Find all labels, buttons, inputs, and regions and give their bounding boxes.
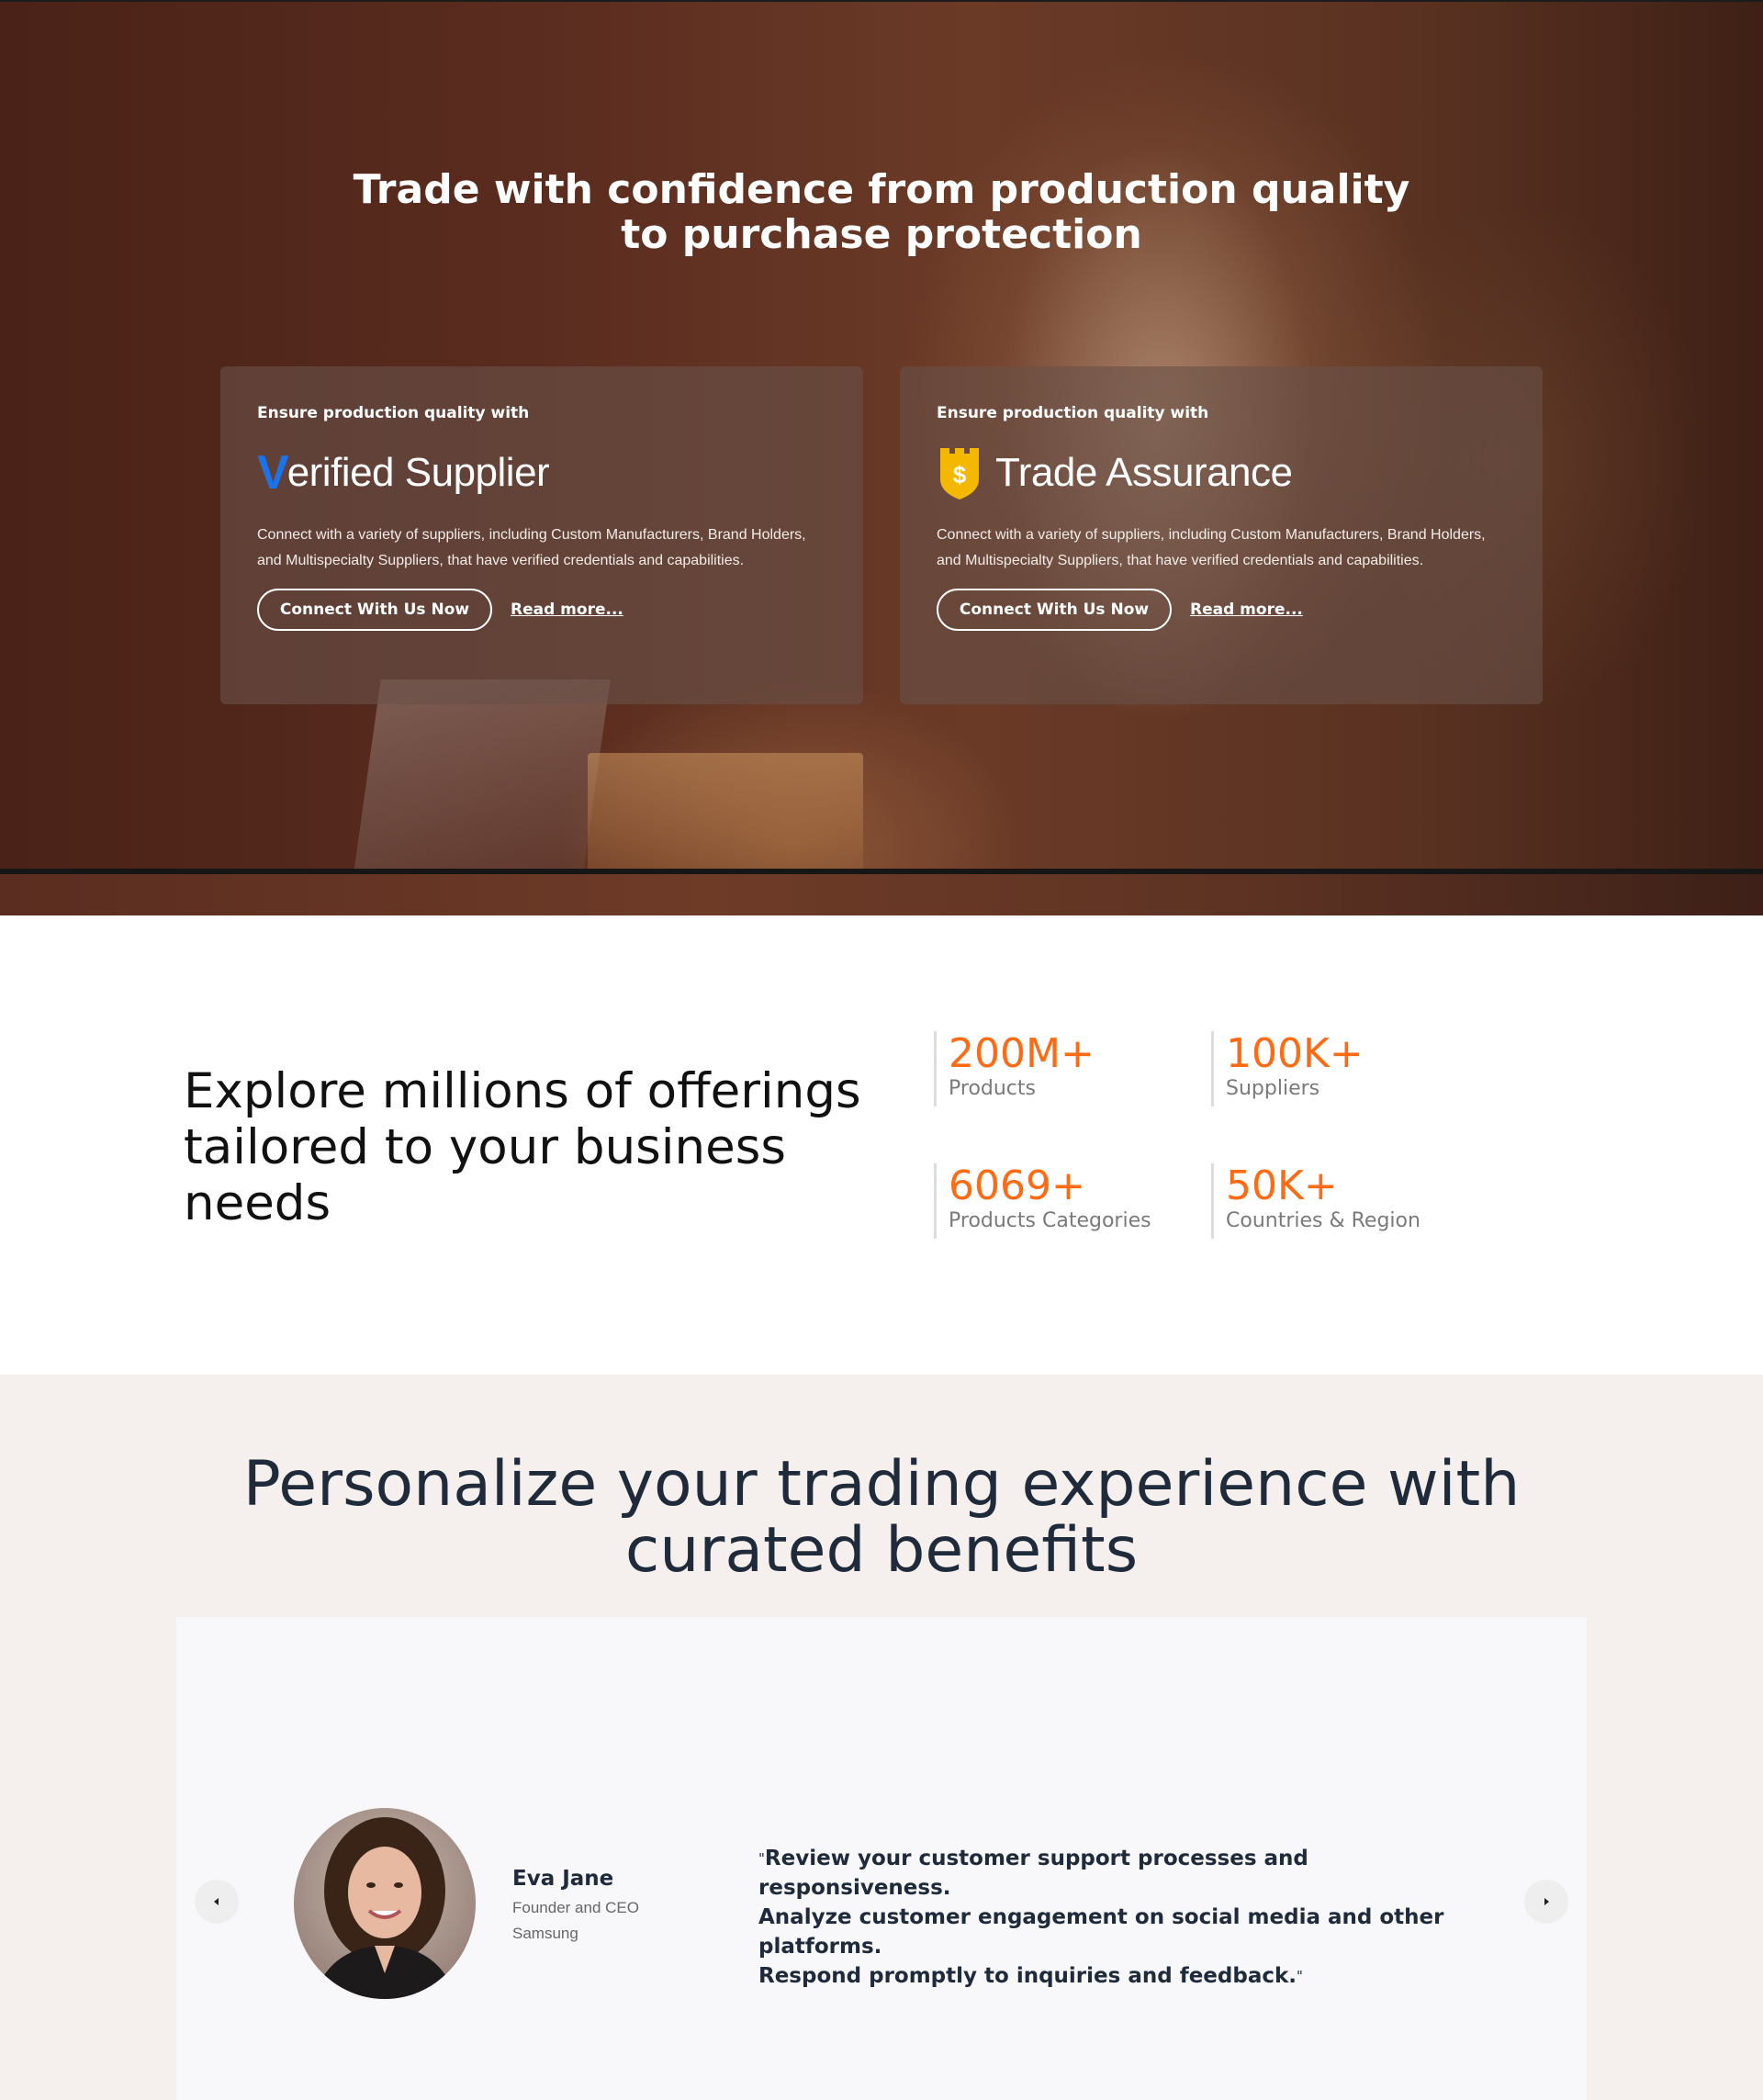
stats-heading-line1: Explore millions of offerings <box>184 1063 861 1119</box>
stat-label: Countries & Region <box>1226 1209 1421 1232</box>
testimonial-quote: "Review your customer support processes … <box>758 1844 1475 1991</box>
hero-title-line2: to purchase protection <box>621 211 1142 258</box>
benefits-section: Personalize your trading experience with… <box>0 1375 1763 2100</box>
carousel-prev-button[interactable] <box>195 1880 239 1924</box>
shield-dollar-glyph: $ <box>953 461 967 489</box>
testimonial-title: Founder and CEO <box>512 1899 639 1916</box>
hero-title: Trade with confidence from production qu… <box>331 167 1432 257</box>
close-quote-mark: " <box>1297 1968 1303 1984</box>
stat-products: 200M+ Products <box>934 1031 1095 1106</box>
trade-assurance-logo: $ Trade Assurance <box>937 442 1506 504</box>
verified-supplier-logo: V erified Supplier <box>257 442 826 504</box>
stat-countries: 50K+ Countries & Region <box>1211 1163 1421 1239</box>
caret-right-icon <box>1544 1898 1549 1905</box>
quote-line: "Review your customer support processes … <box>758 1844 1475 1903</box>
quote-line: Analyze customer engagement on social me… <box>758 1905 1444 1929</box>
trade-assurance-logo-text: Trade Assurance <box>995 450 1293 495</box>
carousel-next-button[interactable] <box>1524 1880 1568 1924</box>
benefits-title-line2: curated benefits <box>624 1514 1139 1587</box>
stat-value: 100K+ <box>1226 1030 1364 1077</box>
quote-line: platforms. <box>758 1935 882 1959</box>
hero-background-laptop <box>354 679 611 872</box>
stats-heading-line3: needs <box>184 1175 331 1231</box>
card-description: Connect with a variety of suppliers, inc… <box>257 527 806 568</box>
hero-background-box <box>588 753 863 872</box>
benefits-title-line1: Personalize your trading experience with <box>242 1448 1521 1521</box>
stat-value: 200M+ <box>949 1030 1095 1077</box>
hero-section: Trade with confidence from production qu… <box>0 0 1763 915</box>
benefits-title: Personalize your trading experience with… <box>239 1452 1524 1584</box>
stat-label: Products <box>949 1077 1036 1100</box>
card-description: Connect with a variety of suppliers, inc… <box>937 527 1486 568</box>
card-eyebrow: Ensure production quality with <box>257 404 530 422</box>
stat-value: 50K+ <box>1226 1162 1338 1209</box>
quote-text-1: Review your customer support processes a… <box>758 1847 1308 1900</box>
testimonial-company: Samsung <box>512 1925 578 1942</box>
card-actions: Connect With Us Now Read more... <box>937 589 1506 631</box>
quote-line: Respond promptly to inquiries and feedba… <box>758 1961 1475 1991</box>
card-eyebrow: Ensure production quality with <box>937 404 1209 422</box>
stats-heading: Explore millions of offerings tailored t… <box>184 1063 882 1231</box>
read-more-link[interactable]: Read more... <box>1190 601 1303 619</box>
testimonial-role: Founder and CEO Samsung <box>512 1895 639 1947</box>
stats-section: Explore millions of offerings tailored t… <box>0 915 1763 1375</box>
hero-bottom-strip <box>0 874 1763 915</box>
shield-dollar-icon: $ <box>937 444 983 501</box>
stat-label: Products Categories <box>949 1209 1151 1232</box>
card-actions: Connect With Us Now Read more... <box>257 589 826 631</box>
avatar <box>294 1808 476 1999</box>
read-more-link[interactable]: Read more... <box>511 601 623 619</box>
testimonial-name: Eva Jane <box>512 1867 614 1891</box>
stat-categories: 6069+ Products Categories <box>934 1163 1151 1239</box>
quote-text-4: Respond promptly to inquiries and feedba… <box>758 1964 1297 1988</box>
caret-left-icon <box>214 1898 219 1905</box>
stat-suppliers: 100K+ Suppliers <box>1211 1031 1364 1106</box>
connect-with-us-button[interactable]: Connect With Us Now <box>257 589 492 631</box>
open-quote-mark: " <box>758 1850 765 1867</box>
checkmark-logo-icon: V <box>257 446 289 500</box>
connect-with-us-button[interactable]: Connect With Us Now <box>937 589 1172 631</box>
hero-title-line1: Trade with confidence from production qu… <box>353 166 1410 213</box>
stat-value: 6069+ <box>949 1162 1085 1209</box>
verified-supplier-logo-text: erified Supplier <box>286 450 550 495</box>
stats-heading-line2: tailored to your business <box>184 1119 786 1175</box>
trade-assurance-card: Ensure production quality with $ Trade A… <box>900 366 1543 704</box>
stat-label: Suppliers <box>1226 1077 1320 1100</box>
verified-supplier-card: Ensure production quality with V erified… <box>220 366 863 704</box>
